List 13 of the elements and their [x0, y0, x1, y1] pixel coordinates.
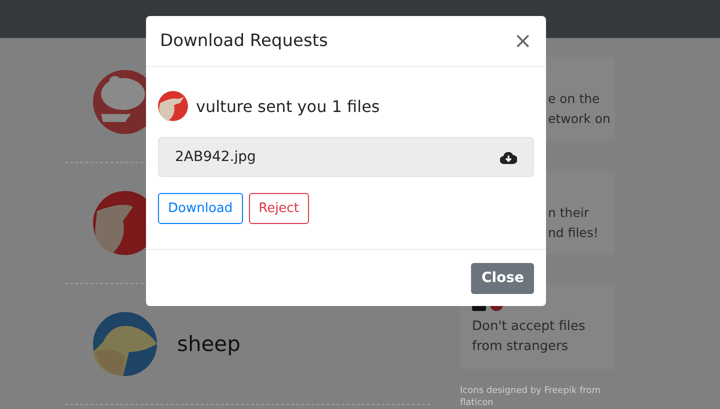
- tip-text: Don't accept files from strangers: [472, 318, 586, 356]
- close-button[interactable]: ×: [512, 28, 534, 54]
- file-name: 2AB942.jpg: [175, 149, 256, 165]
- download-button[interactable]: Download: [158, 193, 243, 224]
- close-button[interactable]: Close: [471, 262, 534, 294]
- reject-button[interactable]: Reject: [248, 193, 309, 224]
- cloud-download-icon[interactable]: [500, 150, 517, 164]
- tip-text: n their nd files!: [547, 204, 598, 242]
- tip-text: e on the etwork on: [547, 90, 610, 128]
- contact-name[interactable]: sheep: [177, 332, 240, 356]
- credit-text: Icons designed by Freepik from flaticon: [460, 385, 602, 409]
- dialog-title: Download Requests: [160, 31, 328, 51]
- request-message: vulture sent you 1 files: [196, 96, 380, 116]
